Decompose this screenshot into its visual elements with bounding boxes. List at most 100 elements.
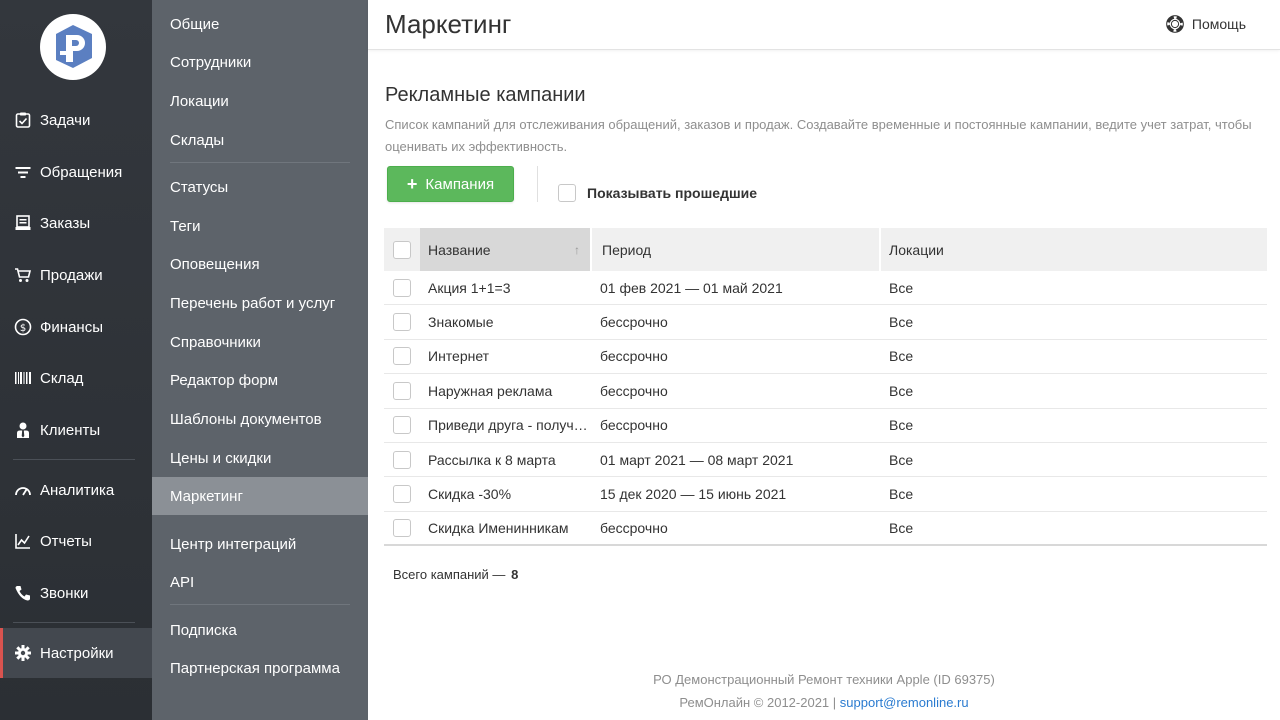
nav-label: Задачи bbox=[40, 111, 91, 129]
nav-item-requests[interactable]: Обращения bbox=[0, 150, 152, 194]
table-row[interactable]: Акция 1+1=3 01 фев 2021 — 01 май 2021 Все bbox=[384, 271, 1267, 306]
submenu-item-doc-templates[interactable]: Шаблоны документов bbox=[152, 400, 368, 438]
remonline-logo[interactable] bbox=[40, 14, 106, 80]
help-button[interactable]: Помощь bbox=[1166, 15, 1246, 33]
campaign-locations: Все bbox=[889, 382, 914, 399]
row-checkbox-cell bbox=[384, 347, 420, 366]
select-all-checkbox[interactable] bbox=[393, 240, 411, 259]
row-checkbox[interactable] bbox=[393, 381, 411, 400]
campaign-name[interactable]: Рассылка к 8 марта bbox=[420, 452, 590, 468]
campaign-period: 15 дек 2020 — 15 июнь 2021 bbox=[600, 486, 787, 503]
nav-label: Клиенты bbox=[40, 421, 101, 439]
row-checkbox[interactable] bbox=[393, 313, 411, 332]
show-past-checkbox[interactable] bbox=[558, 184, 576, 202]
submenu-item-subscription[interactable]: Подписка bbox=[152, 611, 368, 649]
submenu-item-form-editor[interactable]: Редактор форм bbox=[152, 361, 368, 399]
sort-arrow-icon: ↑ bbox=[574, 242, 580, 257]
footer-company: РО Демонстрационный Ремонт техники Apple… bbox=[653, 672, 995, 687]
footer-copyright-text: РемОнлайн © 2012-2021 | bbox=[679, 695, 837, 710]
nav-item-finance[interactable]: $ Финансы bbox=[0, 305, 152, 349]
submenu-item-statuses[interactable]: Статусы bbox=[152, 168, 368, 206]
row-checkbox-cell bbox=[384, 485, 420, 504]
nav-item-warehouse[interactable]: Склад bbox=[0, 356, 152, 400]
section-title: Рекламные кампании bbox=[385, 84, 586, 106]
submenu-item-services[interactable]: Перечень работ и услуг bbox=[152, 284, 368, 322]
campaigns-table: Название ↑ Период Локации Акция 1+1=3 01 … bbox=[384, 228, 1267, 547]
nav-item-clients[interactable]: Клиенты bbox=[0, 408, 152, 452]
submenu-divider bbox=[170, 604, 350, 605]
campaign-period: бессрочно bbox=[600, 348, 668, 365]
column-header-locations[interactable]: Локации bbox=[879, 228, 1267, 271]
nav-item-reports[interactable]: Отчеты bbox=[0, 519, 152, 563]
svg-text:$: $ bbox=[19, 323, 25, 334]
nav-item-settings[interactable]: Настройки bbox=[0, 628, 152, 678]
nav-label: Звонки bbox=[40, 584, 89, 602]
row-checkbox[interactable] bbox=[393, 450, 411, 469]
row-checkbox-cell bbox=[384, 450, 420, 469]
nav-divider bbox=[13, 459, 135, 460]
column-header-period[interactable]: Период bbox=[590, 228, 879, 271]
support-email-link[interactable]: support@remonline.ru bbox=[840, 695, 969, 710]
footer-copyright: РемОнлайн © 2012-2021 | support@remonlin… bbox=[368, 695, 1280, 710]
row-checkbox-cell bbox=[384, 518, 420, 537]
row-checkbox[interactable] bbox=[393, 518, 411, 537]
nav-item-analytics[interactable]: Аналитика bbox=[0, 468, 152, 512]
table-row[interactable]: Знакомые бессрочно Все bbox=[384, 305, 1267, 340]
nav-item-sales[interactable]: Продажи bbox=[0, 253, 152, 297]
submenu-item-employees[interactable]: Сотрудники bbox=[152, 43, 368, 81]
submenu-item-tags[interactable]: Теги bbox=[152, 207, 368, 245]
campaign-name[interactable]: Наружная реклама bbox=[420, 383, 590, 399]
campaign-name[interactable]: Акция 1+1=3 bbox=[420, 280, 590, 296]
row-checkbox[interactable] bbox=[393, 278, 411, 297]
campaign-period: бессрочно bbox=[600, 382, 668, 399]
submenu-item-api[interactable]: API bbox=[152, 563, 368, 601]
column-header-label: Название bbox=[428, 241, 491, 258]
submenu-item-warehouses[interactable]: Склады bbox=[152, 121, 368, 159]
barcode-icon bbox=[13, 369, 32, 388]
submenu-item-general[interactable]: Общие bbox=[152, 5, 368, 43]
campaign-locations: Все bbox=[889, 486, 914, 503]
table-row[interactable]: Интернет бессрочно Все bbox=[384, 340, 1267, 375]
gear-icon bbox=[13, 644, 32, 663]
campaign-locations: Все bbox=[889, 417, 914, 434]
help-label: Помощь bbox=[1191, 16, 1246, 32]
submenu-item-integrations[interactable]: Центр интеграций bbox=[152, 525, 368, 563]
total-count: 8 bbox=[511, 567, 519, 582]
submenu-item-partners[interactable]: Партнерская программа bbox=[152, 649, 368, 687]
campaign-locations: Все bbox=[889, 348, 914, 365]
row-checkbox[interactable] bbox=[393, 485, 411, 504]
phone-icon bbox=[13, 584, 32, 603]
row-checkbox-cell bbox=[384, 278, 420, 297]
table-row[interactable]: Скидка -30% 15 дек 2020 — 15 июнь 2021 Все bbox=[384, 477, 1267, 512]
nav-divider bbox=[13, 622, 135, 623]
campaign-period: бессрочно bbox=[600, 314, 668, 331]
submenu-item-prices[interactable]: Цены и скидки bbox=[152, 439, 368, 477]
campaign-name[interactable]: Знакомые bbox=[420, 314, 590, 330]
table-row[interactable]: Скидка Именинникам бессрочно Все bbox=[384, 512, 1267, 547]
campaign-period: бессрочно bbox=[600, 417, 668, 434]
submenu-item-locations[interactable]: Локации bbox=[152, 82, 368, 120]
nav-item-tasks[interactable]: Задачи bbox=[0, 98, 152, 142]
row-checkbox-cell bbox=[384, 381, 420, 400]
campaign-name[interactable]: Интернет bbox=[420, 348, 590, 364]
campaign-name[interactable]: Скидка Именинникам bbox=[420, 520, 590, 536]
row-checkbox[interactable] bbox=[393, 416, 411, 435]
table-row[interactable]: Наружная реклама бессрочно Все bbox=[384, 374, 1267, 409]
add-campaign-button[interactable]: + Кампания bbox=[387, 166, 514, 202]
nav-label: Склад bbox=[40, 369, 84, 387]
campaign-name[interactable]: Приведи друга - получ… bbox=[420, 417, 590, 433]
submenu-item-directories[interactable]: Справочники bbox=[152, 323, 368, 361]
row-checkbox[interactable] bbox=[393, 347, 411, 366]
submenu-item-notifications[interactable]: Оповещения bbox=[152, 245, 368, 283]
campaign-name[interactable]: Скидка -30% bbox=[420, 486, 590, 502]
campaign-period: бессрочно bbox=[600, 519, 668, 536]
table-row[interactable]: Приведи друга - получ… бессрочно Все bbox=[384, 409, 1267, 443]
show-past-toggle[interactable]: Показывать прошедшие bbox=[558, 184, 757, 202]
table-row[interactable]: Рассылка к 8 марта 01 март 2021 — 08 март… bbox=[384, 443, 1267, 478]
settings-submenu: Общие Сотрудники Локации Склады Статусы … bbox=[152, 0, 368, 720]
column-header-name[interactable]: Название ↑ bbox=[420, 228, 590, 271]
nav-label: Заказы bbox=[40, 214, 91, 232]
submenu-item-marketing[interactable]: Маркетинг bbox=[152, 477, 368, 515]
nav-item-calls[interactable]: Звонки bbox=[0, 571, 152, 615]
nav-item-orders[interactable]: Заказы bbox=[0, 201, 152, 245]
